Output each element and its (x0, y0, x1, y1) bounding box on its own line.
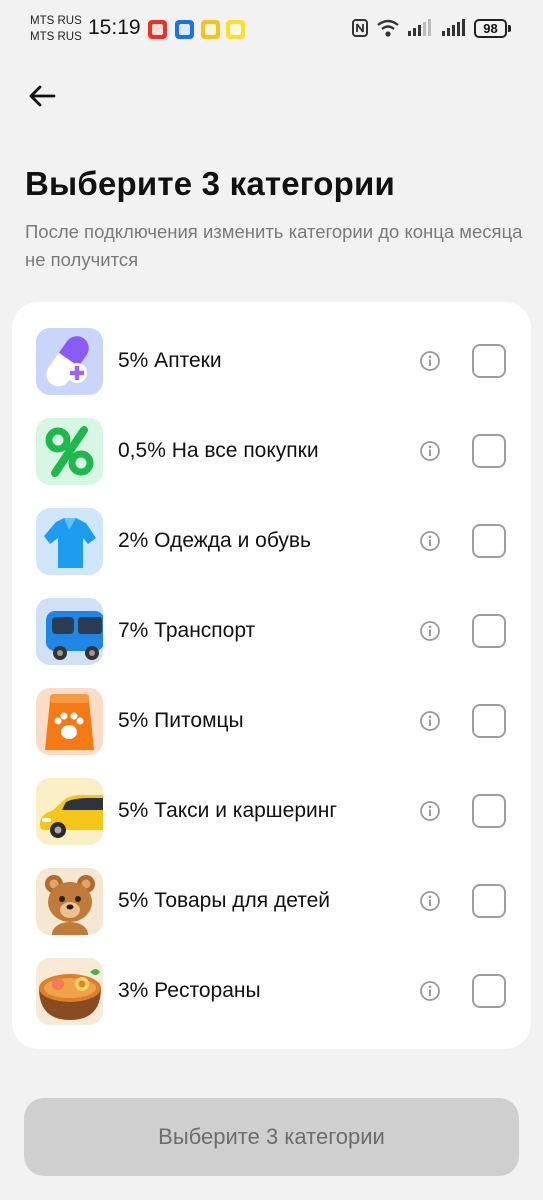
teddy-bear-icon (36, 867, 103, 935)
category-label: 0,5% На все покупки (118, 439, 319, 462)
category-checkbox[interactable] (472, 524, 506, 558)
category-label: 5% Аптеки (118, 349, 222, 372)
back-button[interactable] (24, 80, 60, 112)
category-row-all-purchases[interactable]: 0,5% На все покупки (36, 416, 516, 486)
signal-1-icon (408, 19, 431, 36)
battery-tip (508, 25, 511, 32)
submit-button[interactable]: Выберите 3 категории (24, 1098, 519, 1176)
category-checkbox[interactable] (472, 434, 506, 468)
category-list: 5% Аптеки 0,5% На все покупки 2% Одежда … (12, 302, 531, 1049)
food-bowl-icon (36, 957, 103, 1025)
pet-food-icon (36, 687, 103, 755)
info-icon[interactable] (419, 530, 441, 552)
info-icon[interactable] (419, 710, 441, 732)
bus-icon (36, 597, 103, 665)
category-checkbox[interactable] (472, 974, 506, 1008)
category-label: 7% Транспорт (118, 619, 256, 642)
category-checkbox[interactable] (472, 344, 506, 378)
info-icon[interactable] (419, 800, 441, 822)
info-icon[interactable] (419, 890, 441, 912)
category-label: 5% Питомцы (118, 709, 244, 732)
category-row-clothing[interactable]: 2% Одежда и обувь (36, 506, 516, 576)
signal-2-icon (442, 19, 465, 36)
bank-app-icon (175, 20, 194, 39)
wifi-icon (377, 19, 399, 37)
status-bar: MTS RUS MTS RUS 15:19 98 (0, 0, 543, 60)
taxi-car-icon (36, 777, 103, 845)
carrier-1: MTS RUS (30, 15, 82, 27)
nfc-icon (352, 19, 368, 37)
category-row-restaurants[interactable]: 3% Рестораны (36, 956, 516, 1026)
category-label: 5% Такси и каршеринг (118, 799, 338, 822)
category-row-taxi[interactable]: 5% Такси и каршеринг (36, 776, 516, 846)
category-label: 5% Товары для детей (118, 889, 330, 912)
clock: 15:19 (88, 16, 141, 39)
carrier-2: MTS RUS (30, 31, 82, 43)
pill-icon (36, 327, 103, 395)
battery-indicator: 98 (474, 19, 507, 38)
arrow-left-icon (29, 85, 56, 107)
category-checkbox[interactable] (472, 794, 506, 828)
category-row-kids[interactable]: 5% Товары для детей (36, 866, 516, 936)
category-checkbox[interactable] (472, 704, 506, 738)
info-icon[interactable] (419, 350, 441, 372)
category-checkbox[interactable] (472, 614, 506, 648)
category-row-transport[interactable]: 7% Транспорт (36, 596, 516, 666)
info-icon[interactable] (419, 620, 441, 642)
alfa-bank-icon (148, 20, 167, 39)
market-icon (201, 20, 220, 39)
percent-icon (36, 417, 103, 485)
page-title: Выберите 3 категории (25, 165, 395, 202)
category-row-pets[interactable]: 5% Питомцы (36, 686, 516, 756)
shirt-icon (36, 507, 103, 575)
category-checkbox[interactable] (472, 884, 506, 918)
category-label: 2% Одежда и обувь (118, 529, 311, 552)
carrier-labels: MTS RUS MTS RUS (30, 13, 82, 45)
category-label: 3% Рестораны (118, 979, 261, 1002)
tinkoff-icon (226, 20, 245, 39)
info-icon[interactable] (419, 980, 441, 1002)
category-row-pharmacy[interactable]: 5% Аптеки (36, 326, 516, 396)
info-icon[interactable] (419, 440, 441, 462)
page-subtitle: После подключения изменить категории до … (25, 221, 523, 270)
